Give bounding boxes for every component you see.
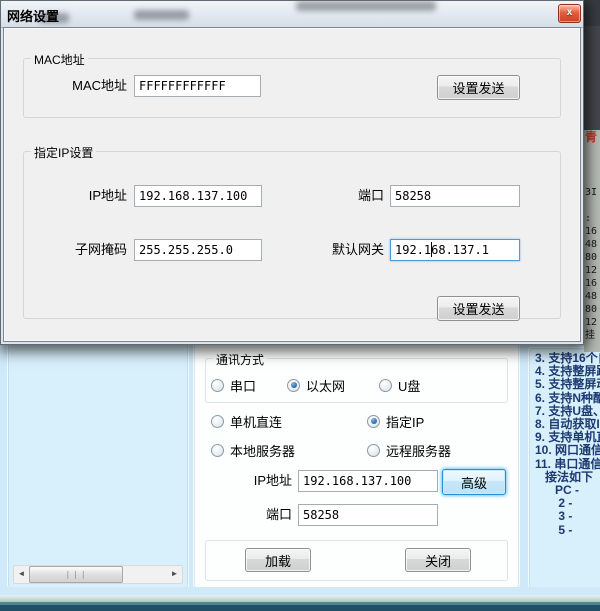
dialog-body: MAC地址 MAC地址 设置发送 指定IP设置 IP地址 端口 子网掩码 默认网… — [3, 27, 581, 342]
radio-udisk[interactable]: U盘 — [379, 377, 420, 393]
comm-mode-legend: 通讯方式 — [213, 351, 267, 368]
radio-remote-server[interactable]: 远程服务器 — [367, 442, 451, 458]
radio-label: 本地服务器 — [230, 441, 295, 460]
clipped-number-column: 3I :1648801216488012挂 — [585, 186, 597, 342]
feature-list-line: 11. 串口通信 — [535, 458, 600, 471]
scrollbar-thumb[interactable]: ❘❘❘ — [29, 566, 123, 583]
mac-address-input[interactable] — [134, 75, 261, 97]
clipped-number: 16 — [585, 277, 597, 290]
mac-group-legend: MAC地址 — [31, 51, 88, 68]
scroll-right-icon[interactable]: ► — [167, 566, 182, 581]
advanced-button[interactable]: 高级 — [442, 469, 506, 495]
help-panel: 3. 支持16个自4. 支持整屏跑5. 支持整屏动6. 支持N种酷7. 支持U盘… — [528, 347, 600, 589]
clipped-number: : — [585, 212, 597, 225]
clipped-number: 80 — [585, 303, 597, 316]
feature-list: 3. 支持16个自4. 支持整屏跑5. 支持整屏动6. 支持N种酷7. 支持U盘… — [535, 352, 600, 537]
radio-label: 串口 — [230, 376, 256, 395]
radio-button-icon — [211, 379, 224, 392]
radio-serial[interactable]: 串口 — [211, 377, 287, 393]
radio-ethernet[interactable]: 以太网 — [287, 377, 379, 393]
clipped-number: 16 — [585, 225, 597, 238]
screen: ◄ ❘❘❘ ► 通讯方式 串口以太网U盘 单机直连指定IP本地服务器远程服务器 … — [0, 0, 600, 611]
dialog-ip-label: IP地址 — [21, 185, 127, 207]
clipped-number — [585, 199, 597, 212]
dialog-port-label: 端口 — [294, 185, 384, 207]
subnet-mask-input[interactable] — [134, 239, 262, 261]
scrollbar-grip-icon: ❘❘❘ — [64, 570, 87, 579]
window-bottom-frame — [0, 587, 600, 611]
ip-send-button[interactable]: 设置发送 — [437, 296, 520, 321]
horizontal-scrollbar[interactable]: ◄ ❘❘❘ ► — [13, 565, 183, 584]
radio-button-icon — [379, 379, 392, 392]
port-input[interactable] — [298, 504, 438, 526]
clipped-number: 3I — [585, 186, 597, 199]
subnet-mask-label: 子网掩码 — [21, 239, 127, 261]
feature-list-line: 3 - — [535, 510, 600, 523]
gateway-label: 默认网关 — [294, 239, 384, 261]
radio-label: 单机直连 — [230, 412, 282, 431]
radio-local-server[interactable]: 本地服务器 — [211, 442, 367, 458]
mac-address-label: MAC地址 — [21, 75, 127, 97]
radio-button-icon — [367, 415, 380, 428]
radio-label: U盘 — [398, 376, 420, 395]
ip-settings-legend: 指定IP设置 — [31, 144, 96, 161]
dialog-title: 网络设置 — [7, 6, 59, 25]
dialog-titlebar[interactable]: 网络设置 x — [1, 1, 583, 28]
radio-specified-ip[interactable]: 指定IP — [367, 413, 451, 429]
radio-button-icon — [287, 379, 300, 392]
radio-direct-connect[interactable]: 单机直连 — [211, 413, 367, 429]
feature-list-line: 5. 支持整屏动 — [535, 378, 600, 391]
feature-list-line: 5 - — [535, 524, 600, 537]
load-button[interactable]: 加载 — [245, 548, 311, 572]
text-cursor — [431, 242, 432, 257]
mode-options: 单机直连 指定IP 本地服务器 远程服务器 — [211, 413, 451, 458]
dialog-ip-input[interactable] — [134, 185, 262, 207]
clipped-number: 80 — [585, 251, 597, 264]
feature-list-line: 6. 支持N种酷 — [535, 392, 600, 405]
close-icon[interactable]: x — [558, 4, 581, 23]
radio-button-icon — [211, 415, 224, 428]
underlying-window-edge: 青 3I :1648801216488012挂 — [584, 0, 600, 352]
ip-address-label: IP地址 — [214, 470, 292, 492]
scroll-left-icon[interactable]: ◄ — [14, 566, 29, 581]
clipped-number: 12 — [585, 316, 597, 329]
network-settings-dialog: 网络设置 x MAC地址 MAC地址 设置发送 指定IP设置 IP地址 端口 子… — [0, 0, 584, 345]
dialog-port-input[interactable] — [390, 185, 520, 207]
radio-button-icon — [367, 444, 380, 457]
close-window-button[interactable]: 关闭 — [405, 548, 471, 572]
comm-options: 串口 以太网 U盘 — [211, 377, 420, 393]
radio-label: 指定IP — [386, 412, 424, 431]
radio-label: 以太网 — [306, 376, 345, 395]
gateway-input[interactable] — [390, 239, 520, 261]
ip-settings-group: 指定IP设置 — [23, 151, 561, 319]
clipped-number: 12 — [585, 264, 597, 277]
clipped-number: 48 — [585, 238, 597, 251]
clipped-number: 48 — [585, 290, 597, 303]
radio-label: 远程服务器 — [386, 441, 451, 460]
clipped-number: 挂 — [585, 329, 597, 342]
feature-list-line: 10. 网口通信 — [535, 444, 600, 457]
port-label: 端口 — [214, 504, 292, 526]
ip-address-input[interactable] — [298, 470, 438, 492]
radio-button-icon — [211, 444, 224, 457]
clipped-red-text: 青 — [585, 128, 597, 145]
mac-send-button[interactable]: 设置发送 — [437, 75, 520, 100]
